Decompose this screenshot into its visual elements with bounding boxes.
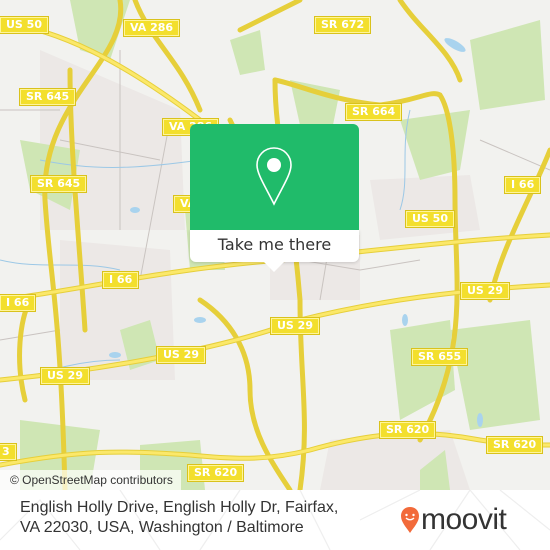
- location-popup[interactable]: Take me there: [190, 124, 359, 272]
- road-label-sr645: SR 645: [20, 89, 76, 105]
- moovit-pin-icon: [401, 507, 419, 533]
- road-label-partial: 3: [0, 444, 16, 460]
- map-pin-icon: [256, 147, 292, 206]
- road-label-sr645: SR 645: [31, 176, 87, 192]
- road-label-sr672: SR 672: [315, 17, 371, 33]
- road-label-sr620: SR 620: [487, 437, 543, 453]
- address-text: English Holly Drive, English Holly Dr, F…: [20, 499, 339, 536]
- road-label-i66: I 66: [103, 272, 139, 288]
- moovit-logo[interactable]: moovit: [400, 502, 540, 538]
- road-label-us29: US 29: [157, 347, 205, 363]
- take-me-there-button[interactable]: Take me there: [190, 230, 359, 262]
- road-label-i66: I 66: [505, 177, 541, 193]
- popup-pointer: [264, 262, 284, 272]
- road-label-va286: VA 286: [124, 20, 180, 36]
- road-label-sr620: SR 620: [188, 465, 244, 481]
- road-label-us50: US 50: [406, 211, 454, 227]
- road-label-us29: US 29: [41, 368, 89, 384]
- road-label-sr664: SR 664: [346, 104, 402, 120]
- map[interactable]: US 50 VA 286 SR 672 SR 645 VA 286 SR 664…: [0, 0, 550, 490]
- road-label-us29: US 29: [271, 318, 319, 334]
- popup-header: [190, 124, 359, 230]
- road-label-sr620: SR 620: [380, 422, 436, 438]
- footer: English Holly Drive, English Holly Dr, F…: [0, 490, 550, 550]
- road-label-us50: US 50: [0, 17, 48, 33]
- moovit-wordmark: moovit: [421, 503, 507, 536]
- road-label-us29: US 29: [461, 283, 509, 299]
- road-label-sr655: SR 655: [412, 349, 468, 365]
- road-label-i66: I 66: [0, 295, 36, 311]
- map-attribution[interactable]: © OpenStreetMap contributors: [0, 470, 181, 490]
